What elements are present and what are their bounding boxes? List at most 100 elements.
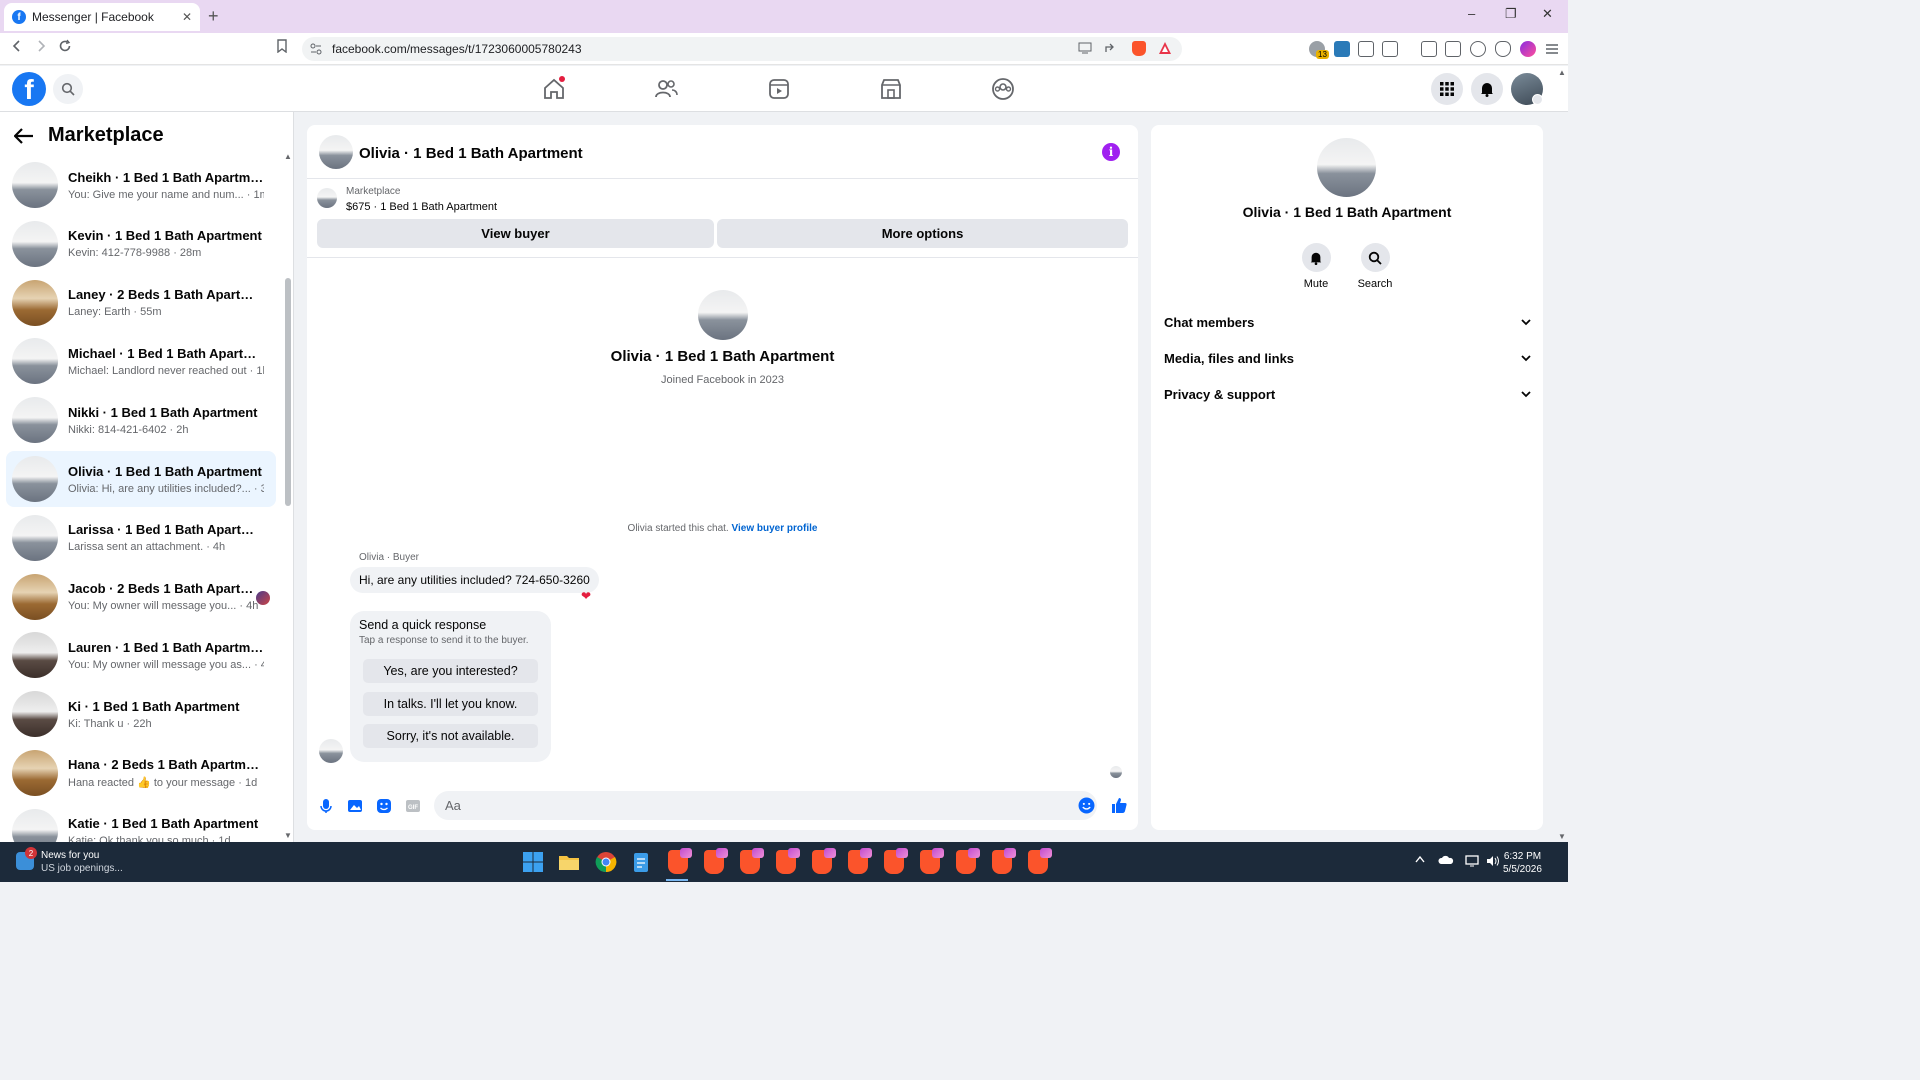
home-icon[interactable] xyxy=(541,76,567,102)
photo-icon[interactable] xyxy=(347,798,363,814)
search-in-conversation-button[interactable]: Search xyxy=(1350,243,1400,290)
brave-rewards-icon[interactable] xyxy=(1158,41,1172,55)
back-icon[interactable] xyxy=(10,39,24,53)
conversation-item[interactable]: Kevin · 1 Bed 1 Bath Apartment Kevin: 412… xyxy=(6,216,276,272)
details-avatar[interactable] xyxy=(1317,138,1376,197)
forward-icon[interactable] xyxy=(34,39,48,53)
chat-avatar[interactable] xyxy=(319,135,353,169)
brave-shields-icon[interactable] xyxy=(1132,41,1146,56)
account-chevron-down-icon[interactable] xyxy=(1532,94,1543,105)
mute-button[interactable]: Mute xyxy=(1291,243,1341,290)
watch-icon[interactable] xyxy=(766,76,792,102)
brave-taskbar-icon[interactable] xyxy=(704,848,728,874)
list-scrollbar[interactable] xyxy=(285,278,291,506)
conversation-item[interactable]: Lauren · 1 Bed 1 Bath Apartment You: My o… xyxy=(6,627,276,683)
listing-title[interactable]: $675 · 1 Bed 1 Bath Apartment xyxy=(346,201,497,213)
extension-puzzle-icon[interactable] xyxy=(1334,41,1350,57)
conversation-item[interactable]: Jacob · 2 Beds 1 Bath Apartme... You: My … xyxy=(6,569,276,625)
share-icon[interactable] xyxy=(1104,42,1118,54)
page-scroll-down-icon[interactable]: ▼ xyxy=(1558,832,1566,841)
more-options-button[interactable]: More options xyxy=(717,219,1128,248)
groups-icon[interactable] xyxy=(990,76,1016,102)
notifications-bell-icon[interactable] xyxy=(1471,73,1503,105)
conversation-item[interactable]: Ki · 1 Bed 1 Bath Apartment Ki: Thank u ·… xyxy=(6,686,276,742)
brave-taskbar-icon[interactable] xyxy=(776,848,800,874)
brave-taskbar-icon[interactable] xyxy=(848,848,872,874)
chrome-icon[interactable] xyxy=(595,851,617,873)
emoji-icon[interactable] xyxy=(1078,797,1095,814)
search-icon[interactable] xyxy=(53,74,83,104)
brave-taskbar-icon[interactable] xyxy=(884,848,908,874)
view-buyer-profile-link[interactable]: View buyer profile xyxy=(731,523,817,534)
onedrive-cloud-icon[interactable] xyxy=(1438,855,1454,865)
quick-response-yes-button[interactable]: Yes, are you interested? xyxy=(363,659,538,683)
conversation-item[interactable]: Cheikh · 1 Bed 1 Bath Apartment You: Give… xyxy=(6,157,276,213)
close-window-button[interactable]: ✕ xyxy=(1542,6,1553,22)
gif-icon[interactable]: GIF xyxy=(405,798,421,814)
facebook-logo[interactable]: f xyxy=(12,72,46,106)
windows-start-icon[interactable] xyxy=(522,851,544,873)
heart-reaction-icon[interactable]: ❤ xyxy=(581,589,591,603)
microphone-icon[interactable] xyxy=(318,798,334,814)
tab-close-icon[interactable]: ✕ xyxy=(182,10,192,24)
profile-icon[interactable] xyxy=(1520,41,1536,57)
file-explorer-icon[interactable] xyxy=(558,851,580,873)
screenshot-icon[interactable] xyxy=(1382,41,1398,57)
sidebar-toggle-icon[interactable] xyxy=(1421,41,1437,57)
privacy-support-section[interactable]: Privacy & support xyxy=(1164,382,1531,406)
page-scroll-up-icon[interactable]: ▲ xyxy=(1558,68,1566,77)
back-arrow-icon[interactable] xyxy=(14,127,34,144)
message-bubble[interactable]: Hi, are any utilities included? 724-650-… xyxy=(350,567,599,593)
brave-taskbar-icon[interactable] xyxy=(668,848,692,874)
conversation-item[interactable]: Hana · 2 Beds 1 Bath Apartment Hana react… xyxy=(6,745,276,801)
wallet-icon[interactable] xyxy=(1445,41,1461,57)
scroll-down-icon[interactable]: ▼ xyxy=(284,831,292,840)
quick-response-not-available-button[interactable]: Sorry, it's not available. xyxy=(363,724,538,748)
sticker-icon[interactable] xyxy=(376,798,392,814)
site-settings-icon[interactable] xyxy=(310,43,322,55)
notepad-icon[interactable] xyxy=(631,851,653,873)
brave-taskbar-icon[interactable] xyxy=(956,848,980,874)
brave-taskbar-icon[interactable] xyxy=(812,848,836,874)
search-icon[interactable] xyxy=(1360,243,1390,272)
leo-ai-icon[interactable] xyxy=(1470,41,1486,57)
conversation-item[interactable]: Katie · 1 Bed 1 Bath Apartment Katie: Ok … xyxy=(6,804,276,842)
marketplace-icon[interactable] xyxy=(878,76,904,102)
chat-title[interactable]: Olivia · 1 Bed 1 Bath Apartment xyxy=(359,145,583,162)
conversation-item[interactable]: Nikki · 1 Bed 1 Bath Apartment Nikki: 814… xyxy=(6,392,276,448)
buyer-avatar[interactable] xyxy=(697,290,748,340)
menu-icon[interactable] xyxy=(1545,43,1559,55)
conversation-item[interactable]: Michael · 1 Bed 1 Bath Apartment Michael:… xyxy=(6,333,276,389)
volume-icon[interactable] xyxy=(1486,855,1500,867)
friends-icon[interactable] xyxy=(653,76,679,102)
url-field[interactable]: facebook.com/messages/t/1723060005780243 xyxy=(302,37,1182,61)
conversation-item[interactable]: Laney · 2 Beds 1 Bath Apartment Laney: Ea… xyxy=(6,275,276,331)
extensions-menu-icon[interactable] xyxy=(1358,41,1374,57)
minimize-button[interactable]: – xyxy=(1468,6,1475,21)
brave-taskbar-icon[interactable] xyxy=(740,848,764,874)
system-clock[interactable]: 6:32 PM 5/5/2026 xyxy=(1503,850,1542,876)
like-thumb-icon[interactable] xyxy=(1110,796,1127,813)
reload-icon[interactable] xyxy=(58,39,72,53)
network-icon[interactable] xyxy=(1465,855,1479,867)
info-icon[interactable]: i xyxy=(1102,143,1120,161)
brave-taskbar-icon[interactable] xyxy=(992,848,1016,874)
brave-taskbar-icon[interactable] xyxy=(1028,848,1052,874)
message-input[interactable]: Aa xyxy=(434,791,1097,820)
menu-grid-icon[interactable] xyxy=(1431,73,1463,105)
view-buyer-button[interactable]: View buyer xyxy=(317,219,714,248)
conversation-item[interactable]: Olivia · 1 Bed 1 Bath Apartment Olivia: H… xyxy=(6,451,276,507)
media-files-links-section[interactable]: Media, files and links xyxy=(1164,346,1531,370)
mute-bell-icon[interactable] xyxy=(1301,243,1331,272)
brave-taskbar-icon[interactable] xyxy=(920,848,944,874)
scroll-up-icon[interactable]: ▲ xyxy=(284,152,292,161)
tray-chevron-up-icon[interactable] xyxy=(1415,855,1425,863)
bookmark-icon[interactable] xyxy=(276,39,288,53)
browser-tab[interactable]: f Messenger | Facebook ✕ xyxy=(4,3,200,31)
cast-icon[interactable] xyxy=(1078,42,1092,54)
maximize-button[interactable]: ❐ xyxy=(1505,6,1517,22)
conversation-item[interactable]: Larissa · 1 Bed 1 Bath Apartment Larissa … xyxy=(6,510,276,566)
vpn-icon[interactable] xyxy=(1495,41,1511,57)
chat-members-section[interactable]: Chat members xyxy=(1164,310,1531,334)
new-tab-button[interactable]: + xyxy=(208,6,219,27)
